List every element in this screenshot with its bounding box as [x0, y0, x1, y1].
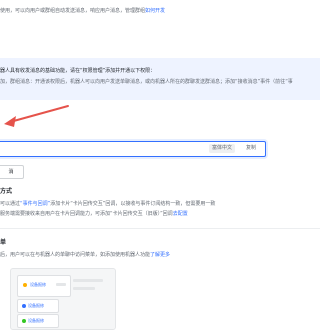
- preview-card: 设备报修: [17, 299, 59, 313]
- menu-description-prefix: 后，用户可以在与机器人的单聊中访问菜单，如添加使用机器人功能: [0, 252, 151, 258]
- preview-placeholder-bar: [56, 283, 66, 286]
- copy-button[interactable]: 复制: [243, 144, 259, 153]
- preview-item-3: 设备报修: [28, 318, 44, 323]
- menu-preview: 设备报修 设备报修 设备报修: [10, 268, 116, 330]
- section-title-method: 方式: [0, 188, 13, 195]
- how-to-develop-link[interactable]: 如何开发: [145, 8, 165, 14]
- menu-description: 后，用户可以在与机器人的单聊中访问菜单，如添加使用机器人功能了解更多: [0, 252, 170, 259]
- method-line-2: 服务端需要接收来自用户在卡片回调能力，可添加“卡片回传交互（旧版）”回调去配置: [0, 211, 188, 218]
- intro-text: 使用，可以向用户或群组自动发送消息，响应用户消息，管理群组如何开发: [0, 8, 165, 15]
- configure-link[interactable]: 去配置: [173, 211, 188, 217]
- event-callback-link[interactable]: “事件与回调”: [20, 201, 50, 207]
- preview-item-2: 设备报修: [28, 303, 44, 308]
- preview-card: 设备报修: [17, 314, 59, 328]
- intro-text-prefix: 使用，可以向用户或群组自动发送消息，响应用户消息，管理群组: [0, 8, 146, 14]
- message-button[interactable]: 消: [0, 165, 24, 179]
- preview-placeholder-bar: [73, 279, 103, 282]
- preview-card: 设备报修: [17, 275, 71, 297]
- permission-notice: 器人具有收发消息的基础功能，请在“权限管理”添加并开通以下权限： 加，群组消息：…: [0, 58, 320, 100]
- preview-item-1: 设备报修: [30, 282, 46, 287]
- notice-line-2: 加，群组消息：开通该权限后，机器人可以向用户发送单聊消息，或向机器人所在的群聊发…: [0, 79, 293, 85]
- method-line-2-prefix: 服务端需要接收来自用户在卡片回调能力，可添加“卡片回传交互（旧版）”回调: [0, 211, 173, 217]
- method-line-1-prefix: 可以通过: [0, 201, 21, 207]
- section-title-menu: 单: [0, 239, 7, 246]
- method-line-1: 可以通过“事件与回调”添加卡片“卡片回传交互”回调，以接收与事件订阅结构一致，但…: [0, 201, 215, 208]
- preview-placeholder-bar: [73, 287, 95, 290]
- preview-bullet-icon: [23, 283, 27, 287]
- method-line-1-suffix: 添加卡片“卡片回传交互”回调，以接收与事件订阅结构一致，但需要用一致: [50, 201, 216, 207]
- section-divider: [0, 228, 320, 229]
- text-type-button[interactable]: 富体中文: [208, 144, 235, 153]
- notice-line-1: 器人具有收发消息的基础功能，请在“权限管理”添加并开通以下权限：: [0, 68, 156, 74]
- preview-bullet-icon: [22, 304, 26, 308]
- learn-more-link[interactable]: 了解更多: [150, 252, 170, 258]
- webhook-input[interactable]: 富体中文 复制: [0, 141, 266, 157]
- annotation-arrow-icon: [4, 105, 69, 127]
